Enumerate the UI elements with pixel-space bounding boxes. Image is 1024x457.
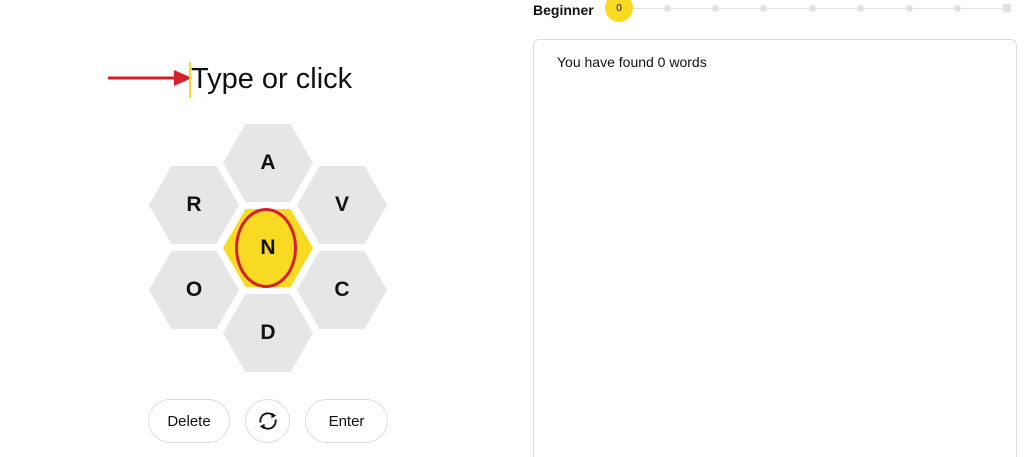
score-marker[interactable]: 0: [605, 0, 633, 22]
hive-controls: Delete Enter: [148, 399, 388, 445]
hive-cell-upper-left[interactable]: R: [149, 166, 239, 244]
hive-cell-top[interactable]: A: [223, 124, 313, 202]
progress-dot: [954, 5, 961, 12]
hive-letter: V: [334, 193, 349, 216]
hive-cell-lower-left[interactable]: O: [149, 251, 239, 329]
hive-letter: D: [260, 321, 276, 344]
shuffle-button[interactable]: [245, 399, 290, 443]
progress-dot: [712, 5, 719, 12]
rank-label: Beginner: [533, 2, 594, 18]
progress-dot: [760, 5, 767, 12]
hive-cell-lower-right[interactable]: C: [297, 251, 387, 329]
spelling-bee-app: Type or click A R V N O C D Delete Enter…: [0, 0, 1024, 457]
progress-dot: [809, 5, 816, 12]
progress-dot: [857, 5, 864, 12]
found-words-summary: You have found 0 words: [557, 54, 707, 70]
hive-letter: O: [185, 278, 203, 301]
hive-letter: C: [334, 278, 350, 301]
progress-dot: [906, 5, 913, 12]
input-placeholder: Type or click: [191, 63, 353, 95]
progress-dot: [664, 5, 671, 12]
delete-button[interactable]: Delete: [148, 399, 230, 443]
enter-button[interactable]: Enter: [305, 399, 388, 443]
letter-hive: A R V N O C D: [149, 124, 387, 374]
hive-cell-bottom[interactable]: D: [223, 294, 313, 372]
shuffle-icon: [258, 412, 277, 430]
progress-end-marker: [1003, 4, 1011, 12]
found-words-panel[interactable]: You have found 0 words: [533, 39, 1017, 457]
hive-cell-upper-right[interactable]: V: [297, 166, 387, 244]
annotation-arrow-icon: [108, 70, 192, 86]
hive-letter: R: [186, 193, 202, 216]
center-letter: N: [260, 236, 276, 259]
word-input-area[interactable]: Type or click: [100, 55, 400, 105]
hive-cell-center[interactable]: N: [223, 209, 313, 287]
hive-letter: A: [260, 151, 276, 174]
